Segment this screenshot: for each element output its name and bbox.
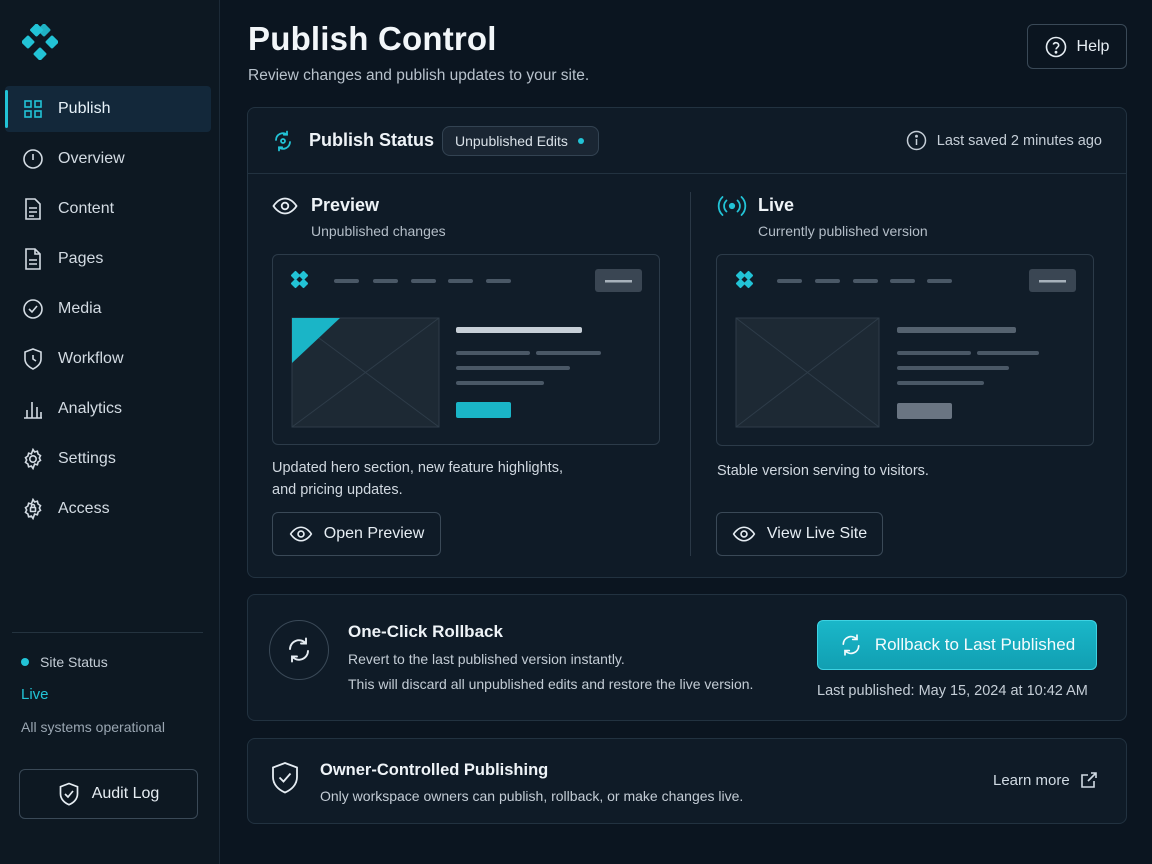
owner-publishing-title: Owner-Controlled Publishing <box>320 761 549 779</box>
shield-clock-icon <box>22 348 44 370</box>
sidebar: Publish Overview Content Pages Media Wor… <box>0 0 220 864</box>
shield-check-icon <box>59 782 79 806</box>
gear-icon <box>22 448 44 470</box>
check-circle-icon <box>22 298 44 320</box>
sidebar-item-media[interactable]: Media <box>0 286 220 332</box>
site-status: Site Status <box>21 654 108 670</box>
help-button[interactable]: Help <box>1027 24 1127 69</box>
sidebar-item-label: Publish <box>58 100 111 117</box>
grid-icon <box>22 98 44 120</box>
live-description: Stable version serving to visitors. <box>717 463 929 479</box>
pane-divider <box>690 192 691 556</box>
last-published: Last published: May 15, 2024 at 10:42 AM <box>817 683 1088 699</box>
owner-publishing-description: Only workspace owners can publish, rollb… <box>320 788 744 804</box>
owner-publishing-card: Owner-Controlled Publishing Only workspa… <box>247 738 1127 824</box>
status-dot-icon <box>21 658 29 666</box>
sidebar-item-label: Overview <box>58 150 125 167</box>
preview-description: Updated hero section, new feature highli… <box>272 457 563 501</box>
brand-logo-icon[interactable] <box>21 23 59 61</box>
learn-more-link[interactable]: Learn more <box>993 771 1098 789</box>
open-preview-label: Open Preview <box>323 525 425 542</box>
page-subtitle: Review changes and publish updates to yo… <box>248 67 590 84</box>
sidebar-divider <box>12 632 203 633</box>
eye-icon <box>272 196 298 221</box>
rollback-button[interactable]: Rollback to Last Published <box>817 620 1097 670</box>
badge-dot-icon <box>577 138 584 144</box>
document-icon <box>22 198 44 220</box>
rollback-description: Revert to the last published version ins… <box>348 651 625 667</box>
help-icon <box>1045 36 1066 57</box>
audit-log-button[interactable]: Audit Log <box>19 769 198 819</box>
sidebar-item-label: Media <box>58 300 102 317</box>
page-icon <box>22 248 44 270</box>
clock-icon <box>22 148 44 170</box>
shield-check-icon <box>270 761 300 800</box>
last-saved: Last saved 2 minutes ago <box>906 130 1102 151</box>
sidebar-item-settings[interactable]: Settings <box>0 436 220 482</box>
external-link-icon <box>1080 772 1097 788</box>
site-status-value: Live <box>21 686 49 703</box>
rollback-button-label: Rollback to Last Published <box>874 635 1076 654</box>
broadcast-icon <box>717 194 747 223</box>
sidebar-item-access[interactable]: Access <box>0 486 220 532</box>
sidebar-item-label: Access <box>58 500 110 517</box>
sidebar-item-label: Pages <box>58 250 104 267</box>
sidebar-item-label: Content <box>58 200 115 217</box>
view-live-site-button[interactable]: View Live Site <box>716 512 883 556</box>
sidebar-item-pages[interactable]: Pages <box>0 236 220 282</box>
sidebar-item-content[interactable]: Content <box>0 186 220 232</box>
bar-chart-icon <box>22 398 44 420</box>
gear-shield-icon <box>22 498 44 520</box>
page-title: Publish Control <box>248 20 497 57</box>
rollback-warning: This will discard all unpublished edits … <box>348 676 754 692</box>
info-icon <box>906 130 926 151</box>
publish-status-card: Publish Status Unpublished Edits Last sa… <box>247 107 1127 578</box>
rollback-card: One-Click Rollback Revert to the last pu… <box>247 594 1127 721</box>
help-label: Help <box>1076 37 1110 55</box>
site-status-label: Site Status <box>40 654 108 670</box>
learn-more-label: Learn more <box>993 771 1070 789</box>
last-saved-text: Last saved 2 minutes ago <box>936 132 1102 149</box>
preview-title: Preview <box>311 195 380 215</box>
site-status-detail: All systems operational <box>21 719 165 735</box>
open-preview-button[interactable]: Open Preview <box>272 512 441 556</box>
eye-icon <box>289 526 313 542</box>
refresh-icon <box>269 620 329 680</box>
refresh-icon <box>842 634 860 656</box>
rollback-title: One-Click Rollback <box>348 622 503 641</box>
status-badge: Unpublished Edits <box>442 126 599 156</box>
preview-description-line: and pricing updates. <box>272 482 403 498</box>
status-badge-label: Unpublished Edits <box>455 133 568 149</box>
sidebar-item-workflow[interactable]: Workflow <box>0 336 220 382</box>
eye-icon <box>732 526 756 542</box>
live-title: Live <box>758 195 795 215</box>
sidebar-item-label: Settings <box>58 450 116 467</box>
preview-thumbnail[interactable] <box>272 254 660 445</box>
audit-log-label: Audit Log <box>91 785 160 802</box>
sidebar-item-label: Analytics <box>58 400 123 417</box>
live-thumbnail[interactable] <box>716 254 1094 446</box>
publish-status-title: Publish Status <box>309 130 435 150</box>
sidebar-nav: Publish Overview Content Pages Media Wor… <box>0 86 220 536</box>
view-live-site-label: View Live Site <box>766 525 868 542</box>
publish-status-header: Publish Status Unpublished Edits Last sa… <box>248 108 1126 174</box>
sync-link-icon <box>270 128 296 159</box>
preview-description-line: Updated hero section, new feature highli… <box>272 460 563 476</box>
sidebar-item-analytics[interactable]: Analytics <box>0 386 220 432</box>
sidebar-item-overview[interactable]: Overview <box>0 136 220 182</box>
sidebar-item-publish[interactable]: Publish <box>5 86 211 132</box>
sidebar-item-label: Workflow <box>58 350 124 367</box>
live-subtitle: Currently published version <box>758 223 928 239</box>
preview-subtitle: Unpublished changes <box>311 223 446 239</box>
